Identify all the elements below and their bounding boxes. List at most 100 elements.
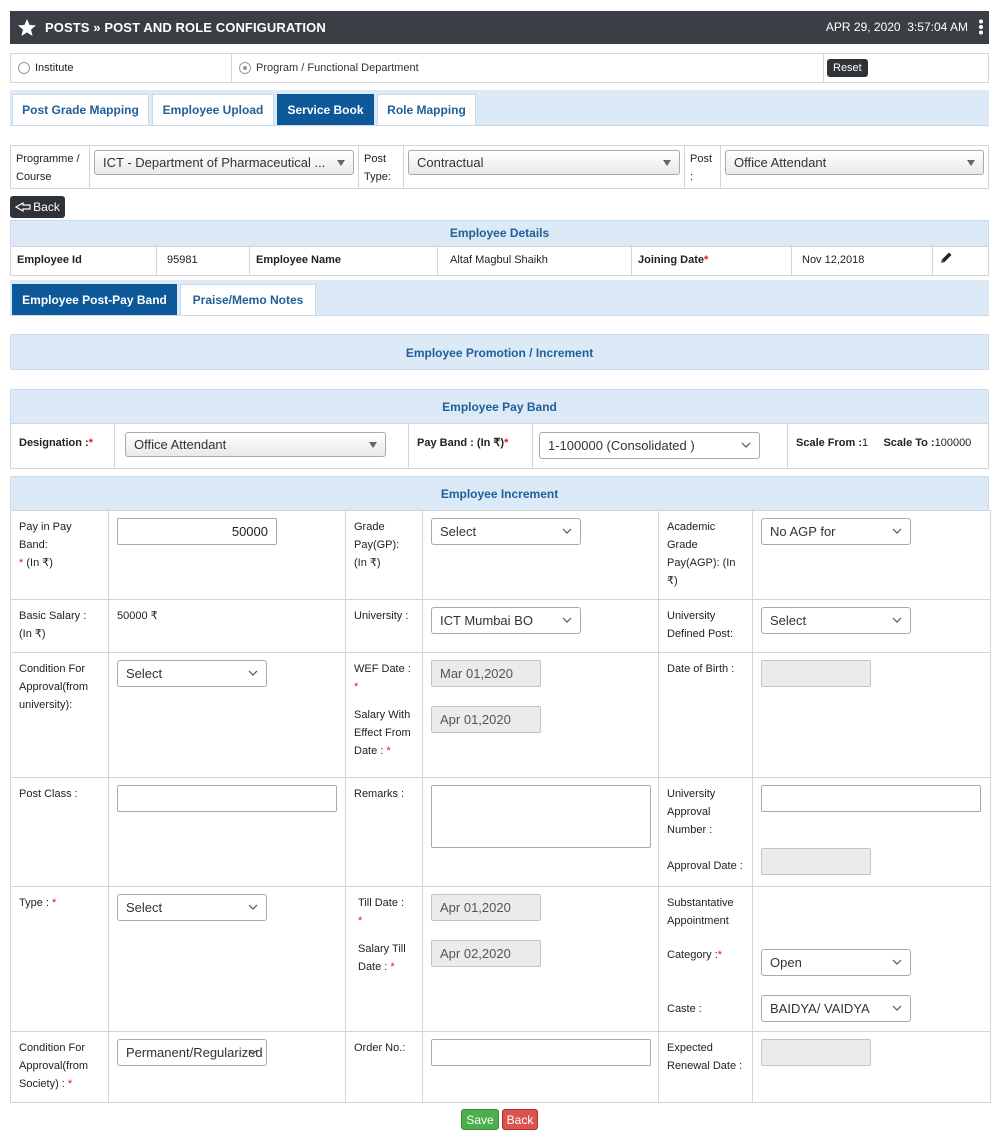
wef-date-input[interactable]: Mar 01,2020 bbox=[431, 660, 541, 687]
caste-select[interactable]: BAIDYA/ VAIDYA bbox=[761, 995, 911, 1022]
salary-till-label: Salary Till Date : * bbox=[358, 943, 406, 973]
till-date-label: Till Date : * bbox=[358, 897, 405, 927]
tab-service-book[interactable]: Service Book bbox=[277, 94, 374, 125]
remarks-textarea[interactable] bbox=[431, 785, 651, 848]
main-tabs: Post Grade Mapping Employee Upload Servi… bbox=[10, 90, 989, 126]
condition-university-select[interactable]: Select bbox=[117, 660, 267, 687]
pay-in-band-input[interactable]: 50000 bbox=[117, 518, 277, 545]
remarks-label: Remarks : bbox=[345, 777, 423, 887]
substantive-appointment-label: Substantative Appointment bbox=[667, 897, 734, 927]
employee-details-heading: Employee Details bbox=[10, 220, 989, 247]
caste-label: Caste : bbox=[667, 1003, 702, 1015]
back-button-top[interactable]: Back bbox=[10, 196, 65, 218]
tab-employee-post-pay-band[interactable]: Employee Post-Pay Band bbox=[12, 284, 177, 315]
approval-date-input[interactable] bbox=[761, 848, 871, 875]
increment-heading: Employee Increment bbox=[10, 476, 989, 511]
type-select[interactable]: Select bbox=[117, 894, 267, 921]
datetime: APR 29, 2020 3:57:04 AM bbox=[825, 20, 968, 34]
chevron-down-icon bbox=[248, 1049, 258, 1055]
pay-band-label: Pay Band : (In ₹)* bbox=[408, 423, 533, 469]
tab-employee-upload[interactable]: Employee Upload bbox=[152, 94, 274, 125]
basic-salary-value: 50000 ₹ bbox=[108, 599, 346, 653]
scale-range: Scale From :1 Scale To :100000 bbox=[787, 423, 989, 469]
university-approval-input[interactable] bbox=[761, 785, 981, 812]
post-select[interactable]: Office Attendant bbox=[725, 150, 984, 175]
employee-name-value: Altaf Magbul Shaikh bbox=[437, 246, 632, 276]
tab-role-mapping[interactable]: Role Mapping bbox=[377, 94, 476, 125]
save-button[interactable]: Save bbox=[461, 1109, 499, 1130]
post-type-select[interactable]: Contractual bbox=[408, 150, 680, 175]
employee-name-label: Employee Name bbox=[249, 246, 438, 276]
radio-icon[interactable] bbox=[18, 62, 30, 74]
pay-in-band-label: Pay in Pay Band: * (In ₹) bbox=[10, 510, 109, 600]
renewal-date-label: Expected Renewal Date : bbox=[658, 1031, 753, 1103]
programme-select[interactable]: ICT - Department of Pharmaceutical ... bbox=[94, 150, 354, 175]
post-type-label: Post Type: bbox=[359, 146, 404, 188]
pointing-hand-icon bbox=[15, 201, 31, 213]
dropdown-arrow-icon bbox=[663, 160, 671, 166]
radio-institute[interactable]: Institute bbox=[11, 54, 232, 82]
type-label: Type : * bbox=[10, 886, 109, 1032]
dropdown-arrow-icon bbox=[337, 160, 345, 166]
category-select[interactable]: Open bbox=[761, 949, 911, 976]
scope-radio-bar: Institute Program / Functional Departmen… bbox=[10, 53, 989, 83]
chevron-down-icon bbox=[248, 670, 258, 676]
tab-post-grade-mapping[interactable]: Post Grade Mapping bbox=[12, 94, 149, 125]
edit-cell bbox=[932, 246, 989, 276]
employee-id-value: 95981 bbox=[156, 246, 250, 276]
condition-society-select[interactable]: Permanent/Regularized bbox=[117, 1039, 267, 1066]
chevron-down-icon bbox=[741, 442, 751, 448]
wef-date-label: WEF Date : * bbox=[354, 663, 411, 693]
dropdown-arrow-icon bbox=[967, 160, 975, 166]
post-class-input[interactable] bbox=[117, 785, 337, 812]
increment-table: Pay in Pay Band: * (In ₹) 50000 Grade Pay… bbox=[10, 510, 991, 1103]
radio-checked-icon[interactable] bbox=[239, 62, 251, 74]
dropdown-arrow-icon bbox=[369, 442, 377, 448]
back-button[interactable]: Back bbox=[502, 1109, 538, 1130]
order-no-input[interactable] bbox=[431, 1039, 651, 1066]
chevron-down-icon bbox=[248, 904, 258, 910]
basic-salary-label: Basic Salary : (In ₹) bbox=[10, 599, 109, 653]
chevron-down-icon bbox=[562, 617, 572, 623]
university-post-select[interactable]: Select bbox=[761, 607, 911, 634]
university-select[interactable]: ICT Mumbai BO bbox=[431, 607, 581, 634]
star-icon[interactable] bbox=[17, 18, 37, 38]
post-label: Post : bbox=[685, 146, 721, 188]
salary-wef-label: Salary With Effect From Date : * bbox=[354, 709, 411, 757]
promotion-heading: Employee Promotion / Increment bbox=[10, 334, 989, 370]
university-label: University : bbox=[345, 599, 423, 653]
chevron-down-icon bbox=[892, 959, 902, 965]
university-post-label: University Defined Post: bbox=[658, 599, 753, 653]
pay-band-select[interactable]: 1-100000 (Consolidated ) bbox=[539, 432, 760, 459]
pencil-icon[interactable] bbox=[939, 251, 953, 265]
programme-label: Programme / Course bbox=[11, 146, 90, 188]
agp-select[interactable]: No AGP for bbox=[761, 518, 911, 545]
salary-wef-input[interactable]: Apr 01,2020 bbox=[431, 706, 541, 733]
page-header: POSTS » POST AND ROLE CONFIGURATION APR … bbox=[10, 11, 989, 44]
chevron-down-icon bbox=[892, 528, 902, 534]
till-date-input[interactable]: Apr 01,2020 bbox=[431, 894, 541, 921]
pay-band-table: Designation :* Office Attendant Pay Band… bbox=[10, 423, 989, 469]
chevron-down-icon bbox=[562, 528, 572, 534]
chevron-down-icon bbox=[892, 617, 902, 623]
filter-bar: Programme / Course ICT - Department of P… bbox=[10, 145, 989, 189]
tab-praise-memo-notes[interactable]: Praise/Memo Notes bbox=[180, 284, 316, 315]
designation-select[interactable]: Office Attendant bbox=[125, 432, 386, 457]
renewal-date-input[interactable] bbox=[761, 1039, 871, 1066]
radio-program[interactable]: Program / Functional Department bbox=[232, 54, 824, 82]
kebab-menu-icon[interactable] bbox=[978, 19, 984, 35]
condition-university-label: Condition For Approval(from university): bbox=[10, 652, 109, 778]
grade-pay-label: Grade Pay(GP): (In ₹) bbox=[345, 510, 423, 600]
dob-label: Date of Birth : bbox=[658, 652, 753, 778]
dob-input[interactable] bbox=[761, 660, 871, 687]
employee-id-label: Employee Id bbox=[10, 246, 157, 276]
chevron-down-icon bbox=[892, 1005, 902, 1011]
grade-pay-select[interactable]: Select bbox=[431, 518, 581, 545]
employee-details-table: Employee Id 95981 Employee Name Altaf Ma… bbox=[10, 246, 989, 276]
university-approval-label: University Approval Number : bbox=[667, 788, 716, 836]
category-label: Category :* bbox=[667, 949, 723, 961]
order-no-label: Order No.: bbox=[345, 1031, 423, 1103]
reset-button[interactable]: Reset bbox=[827, 59, 868, 77]
sub-tabs: Employee Post-Pay Band Praise/Memo Notes bbox=[10, 280, 989, 316]
salary-till-input[interactable]: Apr 02,2020 bbox=[431, 940, 541, 967]
